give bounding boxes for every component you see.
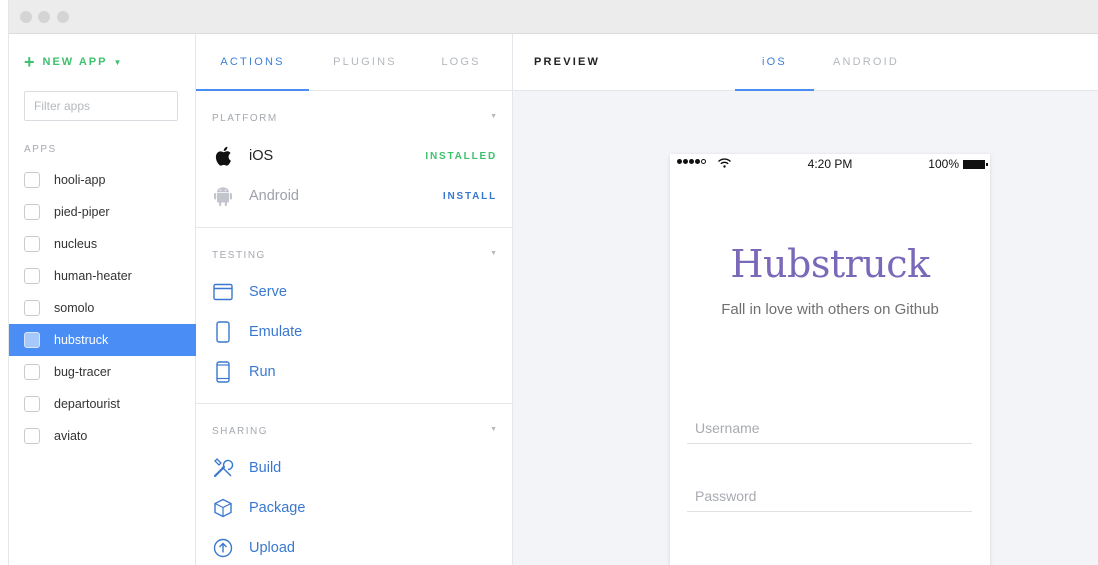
- title-bar: [9, 0, 1098, 34]
- sharing-row-upload[interactable]: Upload: [212, 535, 497, 561]
- platform-section: PLATFORM ▼ iOS INSTALLED Android INSTALL: [196, 91, 513, 228]
- actions-panel: ACTIONS PLUGINS LOGS PLATFORM ▼ iOS INST…: [196, 34, 513, 565]
- app-checkbox[interactable]: [24, 236, 40, 252]
- platform-label: iOS: [249, 148, 274, 164]
- platform-row-ios[interactable]: iOS INSTALLED: [212, 143, 497, 169]
- apps-heading: APPS: [24, 144, 57, 155]
- tab-ios-preview[interactable]: iOS: [735, 34, 814, 91]
- testing-row-serve[interactable]: Serve: [212, 279, 497, 305]
- sidebar: + NEW APP ▼ APPS hooli-app pied-piper nu…: [9, 34, 196, 565]
- app-item-hubstruck[interactable]: hubstruck: [9, 324, 196, 356]
- app-name: human-heater: [54, 269, 132, 283]
- zoom-window-dot[interactable]: [57, 11, 69, 23]
- collapse-caret-icon[interactable]: ▼: [490, 426, 497, 433]
- tab-plugins[interactable]: PLUGINS: [309, 34, 421, 91]
- app-window: + NEW APP ▼ APPS hooli-app pied-piper nu…: [8, 0, 1098, 565]
- installed-status: INSTALLED: [425, 150, 497, 162]
- upload-icon: [212, 537, 234, 559]
- app-subtitle: Fall in love with others on Github: [721, 301, 939, 318]
- emulate-label: Emulate: [249, 324, 303, 340]
- app-item-nucleus[interactable]: nucleus: [9, 228, 196, 260]
- app-name: somolo: [54, 301, 95, 315]
- platform-row-android[interactable]: Android INSTALL: [212, 183, 497, 209]
- password-field[interactable]: [687, 480, 972, 512]
- tab-android-preview[interactable]: ANDROID: [823, 34, 909, 91]
- install-button[interactable]: INSTALL: [443, 191, 497, 202]
- app-item-aviato[interactable]: aviato: [9, 420, 196, 452]
- app-name: hubstruck: [54, 333, 109, 347]
- sharing-row-package[interactable]: Package: [212, 495, 497, 521]
- app-name: hooli-app: [54, 173, 106, 187]
- tools-icon: [212, 457, 234, 479]
- collapse-caret-icon[interactable]: ▼: [490, 250, 497, 257]
- app-checkbox[interactable]: [24, 204, 40, 220]
- app-item-hooli-app[interactable]: hooli-app: [9, 164, 196, 196]
- app-item-human-heater[interactable]: human-heater: [9, 260, 196, 292]
- app-checkbox[interactable]: [24, 364, 40, 380]
- new-app-label: NEW APP: [42, 56, 108, 68]
- app-checkbox[interactable]: [24, 396, 40, 412]
- app-name: departourist: [54, 397, 121, 411]
- battery-icon: [963, 159, 988, 169]
- collapse-caret-icon[interactable]: ▼: [490, 113, 497, 120]
- battery-percent: 100%: [928, 157, 959, 171]
- app-title: Hubstruck: [730, 242, 930, 286]
- caret-down-icon: ▼: [113, 57, 122, 67]
- app-list: hooli-app pied-piper nucleus human-heate…: [9, 164, 196, 452]
- app-name: aviato: [54, 429, 88, 443]
- app-name: nucleus: [54, 237, 98, 251]
- filter-apps-input[interactable]: [24, 91, 178, 121]
- phone-preview: 4:20 PM 100% Hubstruck Fall in love with…: [670, 154, 990, 565]
- new-app-button[interactable]: + NEW APP ▼: [24, 52, 122, 72]
- phone-outline-icon: [212, 321, 234, 343]
- sharing-heading: SHARING: [212, 426, 269, 437]
- sharing-row-build[interactable]: Build: [212, 455, 497, 481]
- app-checkbox[interactable]: [24, 332, 40, 348]
- app-checkbox[interactable]: [24, 428, 40, 444]
- app-checkbox[interactable]: [24, 172, 40, 188]
- preview-title: PREVIEW: [534, 56, 601, 68]
- testing-section: TESTING ▼ Serve Emulate Run: [196, 228, 513, 404]
- plus-icon: +: [24, 52, 35, 72]
- minimize-window-dot[interactable]: [38, 11, 50, 23]
- battery-indicator: 100%: [928, 157, 988, 171]
- platform-label: Android: [249, 188, 299, 204]
- testing-row-run[interactable]: Run: [212, 359, 497, 385]
- serve-label: Serve: [249, 284, 287, 300]
- app-name: bug-tracer: [54, 365, 111, 379]
- box-icon: [212, 497, 234, 519]
- app-name: pied-piper: [54, 205, 110, 219]
- preview-panel: PREVIEW iOS ANDROID 4:20 PM 100% Hubstru…: [513, 34, 1098, 565]
- upload-label: Upload: [249, 540, 295, 556]
- username-field[interactable]: [687, 412, 972, 444]
- app-item-departourist[interactable]: departourist: [9, 388, 196, 420]
- apple-icon: [212, 145, 234, 167]
- sharing-section: SHARING ▼ Build Package Upload: [196, 404, 513, 565]
- tab-logs[interactable]: LOGS: [421, 34, 501, 91]
- close-window-dot[interactable]: [20, 11, 32, 23]
- package-label: Package: [249, 500, 306, 516]
- browser-window-icon: [212, 281, 234, 303]
- actions-tab-bar: ACTIONS PLUGINS LOGS: [196, 34, 513, 91]
- testing-heading: TESTING: [212, 250, 266, 261]
- preview-header: PREVIEW iOS ANDROID: [513, 34, 1098, 91]
- platform-heading: PLATFORM: [212, 113, 278, 124]
- build-label: Build: [249, 460, 282, 476]
- app-item-bug-tracer[interactable]: bug-tracer: [9, 356, 196, 388]
- tab-actions[interactable]: ACTIONS: [196, 34, 309, 91]
- testing-row-emulate[interactable]: Emulate: [212, 319, 497, 345]
- app-checkbox[interactable]: [24, 300, 40, 316]
- android-icon: [212, 185, 234, 207]
- phone-status-bar: 4:20 PM 100%: [670, 154, 990, 174]
- run-label: Run: [249, 364, 276, 380]
- app-item-somolo[interactable]: somolo: [9, 292, 196, 324]
- app-checkbox[interactable]: [24, 268, 40, 284]
- app-item-pied-piper[interactable]: pied-piper: [9, 196, 196, 228]
- phone-device-icon: [212, 361, 234, 383]
